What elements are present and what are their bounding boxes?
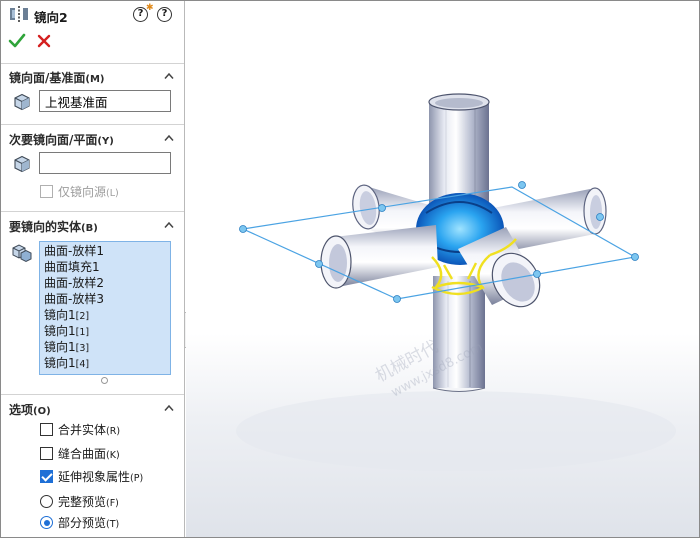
help-button[interactable]: ? [157, 7, 172, 22]
full-preview-label: 完整预览(F) [58, 495, 119, 509]
options-section-header[interactable]: 选项(O) [9, 401, 51, 418]
front-left-horizontal-tube [320, 225, 438, 289]
list-item[interactable]: 曲面-放样1 [44, 243, 166, 259]
solid-bodies-icon [12, 244, 32, 263]
graphics-viewport[interactable]: 机械时代 www.jxsd8.com [186, 1, 699, 537]
ok-button[interactable] [8, 32, 26, 50]
partial-preview-radio[interactable] [40, 516, 53, 529]
list-item[interactable]: 镜向1[3] [44, 339, 166, 355]
options-shortcut: (O) [33, 406, 51, 417]
cancel-button[interactable] [35, 32, 53, 50]
propagate-visual-checkbox[interactable] [40, 470, 53, 483]
section-divider [1, 124, 184, 125]
mirror-face-shortcut: (M) [85, 74, 105, 85]
mirror-seed-only-label: 仅镜向源(L) [58, 185, 119, 199]
chevron-up-icon[interactable] [164, 221, 174, 229]
bodies-section-header[interactable]: 要镜向的实体(B) [9, 218, 98, 235]
ground-shadow [236, 391, 676, 471]
knit-surfaces-checkbox[interactable] [40, 447, 53, 460]
secondary-face-section-header[interactable]: 次要镜向面/平面(Y) [9, 131, 114, 148]
mirror-seed-only-checkbox[interactable] [40, 185, 53, 198]
mirror-face-section-title: 镜向面/基准面 [9, 71, 86, 85]
section-divider [1, 63, 184, 64]
bodies-list[interactable]: 曲面-放样1 曲面填充1 曲面-放样2 曲面-放样3 镜向1[2] 镜向1[1]… [39, 241, 171, 375]
cube-icon [14, 93, 30, 111]
bodies-section-title: 要镜向的实体 [9, 220, 82, 234]
list-item[interactable]: 曲面填充1 [44, 259, 166, 275]
list-item[interactable]: 镜向1[4] [44, 355, 166, 371]
close-icon [37, 34, 51, 48]
list-resize-handle[interactable] [101, 377, 108, 384]
title-bar: 镜向2 ? ✱ ? [1, 1, 184, 29]
list-item[interactable]: 曲面-放样3 [44, 291, 166, 307]
chevron-up-icon[interactable] [164, 72, 174, 80]
bodies-shortcut: (B) [81, 223, 98, 234]
merge-solids-label: 合并实体(R) [58, 423, 121, 437]
checkmark-icon [8, 33, 26, 48]
property-manager-panel: 镜向2 ? ✱ ? 镜向面/基准面(M) 次要镜向面/平面(Y) [1, 1, 185, 537]
full-preview-radio[interactable] [40, 495, 53, 508]
mirror-feature-icon [9, 6, 29, 25]
cube-icon [14, 155, 30, 173]
secondary-face-input[interactable] [39, 152, 171, 174]
list-item[interactable]: 曲面-放样2 [44, 275, 166, 291]
merge-solids-checkbox[interactable] [40, 423, 53, 436]
options-section-title: 选项 [9, 403, 34, 417]
mirror-face-section-header[interactable]: 镜向面/基准面(M) [9, 69, 104, 86]
secondary-face-section-title: 次要镜向面/平面 [9, 133, 98, 147]
whats-new-spark-icon: ✱ [146, 3, 154, 13]
propagate-visual-label: 延伸视象属性(P) [58, 470, 144, 484]
list-item[interactable]: 镜向1[1] [44, 323, 166, 339]
mirror-face-input[interactable] [39, 90, 171, 112]
feature-title: 镜向2 [34, 10, 68, 25]
partial-preview-label: 部分预览(T) [58, 516, 120, 530]
secondary-face-shortcut: (Y) [97, 136, 114, 147]
section-divider [1, 394, 184, 395]
model-view: 机械时代 www.jxsd8.com [236, 93, 676, 471]
list-item[interactable]: 镜向1[2] [44, 307, 166, 323]
knit-surfaces-label: 缝合曲面(K) [58, 447, 120, 461]
chevron-up-icon[interactable] [164, 404, 174, 412]
chevron-up-icon[interactable] [164, 134, 174, 142]
section-divider [1, 211, 184, 212]
